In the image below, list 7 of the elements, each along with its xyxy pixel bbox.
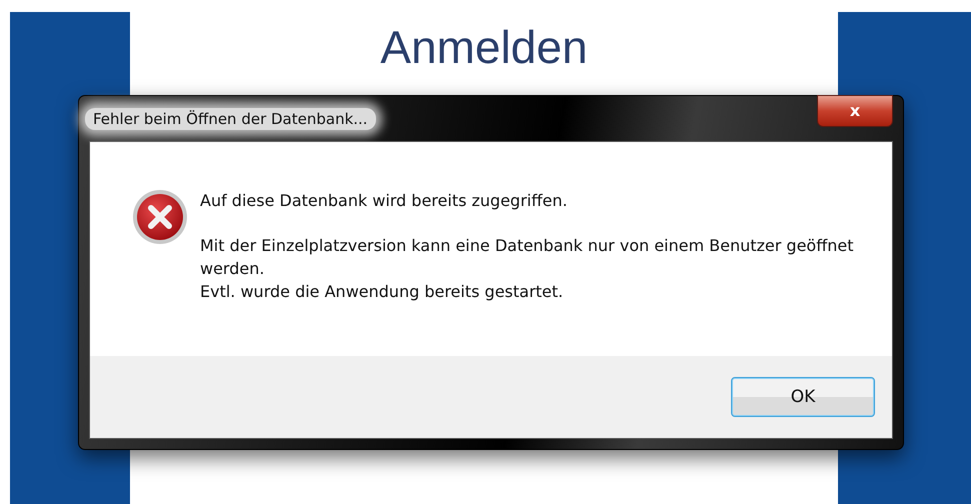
error-icon [132, 189, 188, 245]
close-button[interactable]: x [817, 95, 893, 127]
message-text: Mit der Einzelplatzversion kann eine Datenbank nur von einem Benutzer geöffnet werden. Evtl. wurde die Anwendung bereits gestartet. [200, 235, 854, 303]
message-text: Auf diese Datenbank wird bereits zugegriffen. [200, 190, 568, 212]
page-heading: Anmelden [380, 20, 588, 74]
window-title: Fehler beim Öffnen der Datenbank... [85, 108, 376, 130]
ok-button[interactable]: OK [731, 377, 875, 417]
